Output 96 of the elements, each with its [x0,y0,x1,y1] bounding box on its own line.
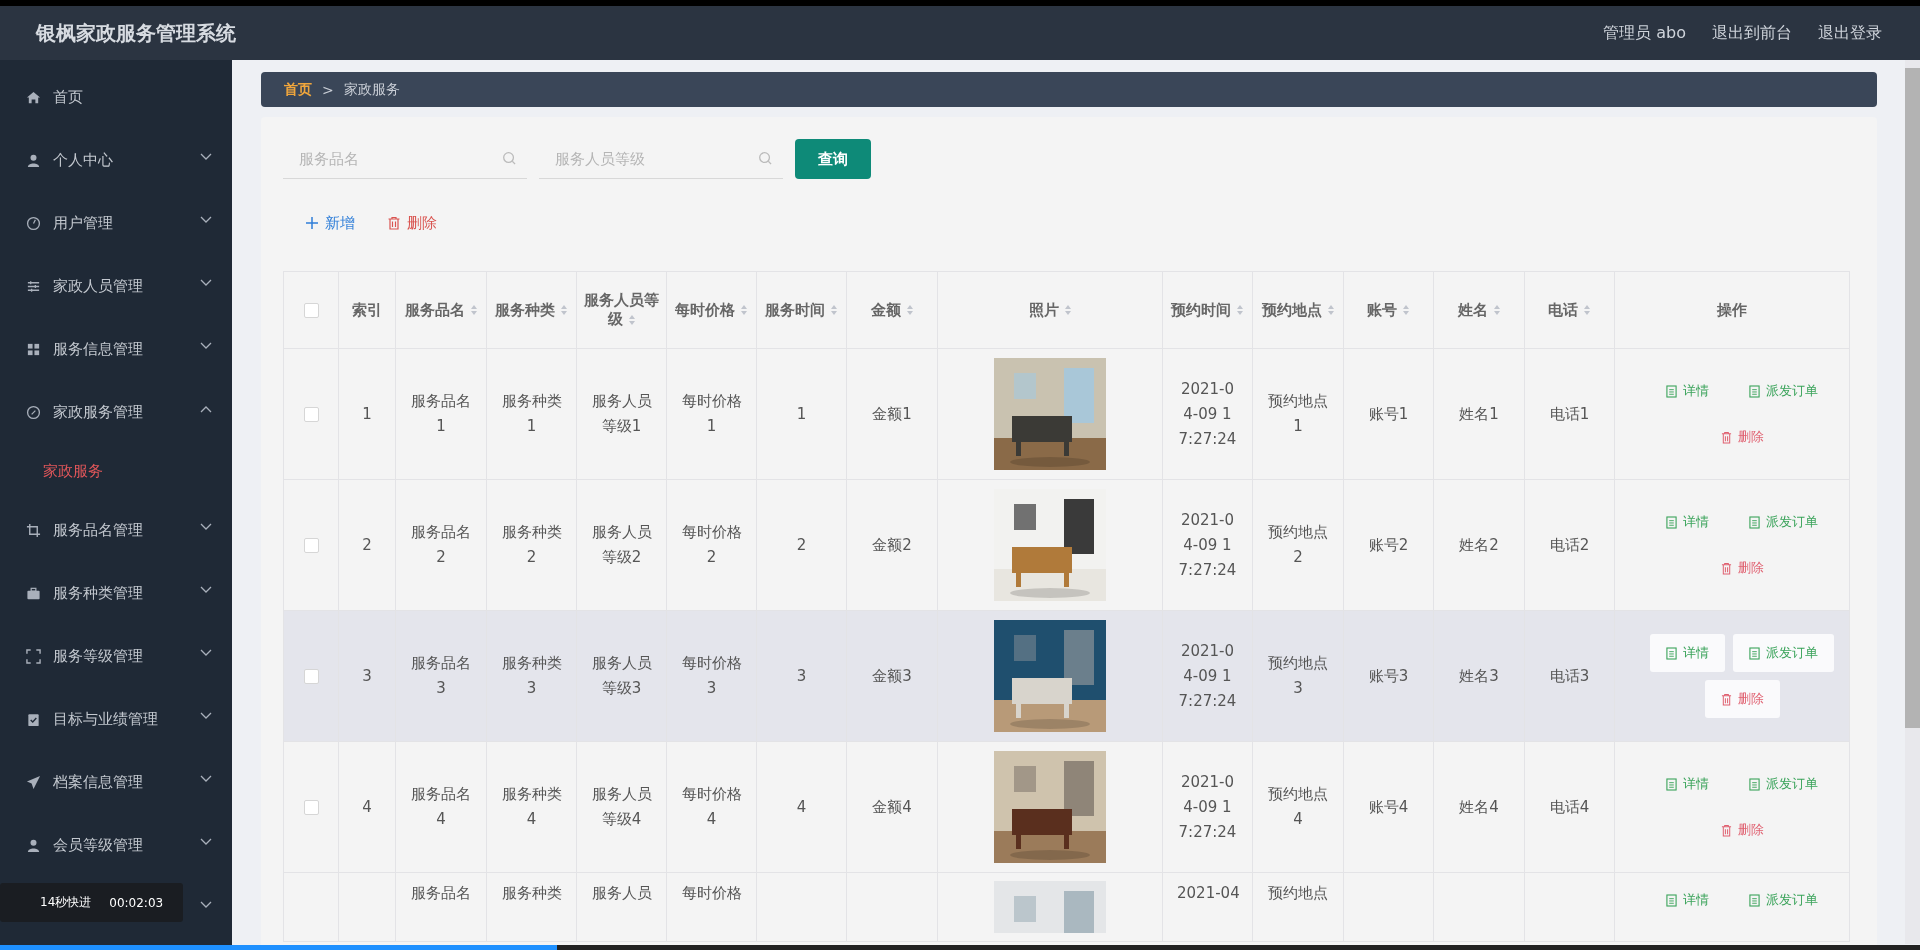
table-cell: 姓名4 [1459,797,1499,816]
table-cell: 服务人员 [591,884,652,902]
table-cell: 服务人员等级4 [591,785,652,828]
table-cell: 1 [796,404,807,423]
details-button[interactable]: 详情 [1650,765,1725,803]
table-cell: 姓名2 [1459,535,1499,554]
table-cell: 账号1 [1368,404,1409,423]
search-field[interactable]: 服务人员等级 [539,139,783,179]
search-field[interactable]: 服务品名 [283,139,527,179]
breadcrumb-current: 家政服务 [343,80,400,99]
table-cell: 服务品名4 [411,785,471,828]
header-link[interactable]: 退出到前台 [1712,22,1792,44]
table-cell: 2021-04-09 17:27:24 [1178,379,1237,448]
table-cell: 电话1 [1549,404,1590,423]
menu-item[interactable]: 目标与业绩管理 [0,688,232,751]
menu-item[interactable]: 家政服务管理 [0,381,232,444]
menu-item[interactable]: 个人中心 [0,129,232,192]
table-cell: 服务品名1 [411,392,471,435]
table-cell: 金额3 [872,666,912,685]
table-cell: 服务人员等级2 [591,523,652,566]
menu-item[interactable]: 首页 [0,66,232,129]
table-cell: 账号4 [1368,797,1409,816]
table-cell: 预约地点2 [1268,523,1328,566]
table-cell: 服务种类 [501,884,562,902]
details-button[interactable]: 详情 [1650,634,1725,672]
table-cell: 服务种类2 [501,523,562,566]
menu-item[interactable]: 档案信息管理 [0,751,232,814]
overlay-label: 14秒快进 [40,894,92,911]
menu-item[interactable]: 家政人员管理 [0,255,232,318]
breadcrumb-separator: > [322,81,334,98]
menu-item[interactable]: 会员等级管理 [0,814,232,877]
delete-button[interactable]: 删除 [1704,811,1780,849]
table-cell: 4 [796,797,807,816]
details-button[interactable]: 详情 [1650,503,1725,541]
table-cell: 每时价格 [681,884,742,902]
table-cell: 2021-04-09 17:27:24 [1178,772,1237,841]
table-cell: 服务人员等级3 [591,654,652,697]
table-cell: 每时价格2 [681,523,742,566]
table-cell: 预约地点 [1268,884,1328,902]
table-cell: 账号2 [1368,535,1409,554]
add-button[interactable]: 新增 [301,209,359,237]
details-button[interactable]: 详情 [1650,372,1725,410]
table-cell: 金额2 [872,535,912,554]
table-cell: 金额1 [872,404,912,423]
delete-button[interactable]: 删除 [1704,680,1780,718]
dispatch-button[interactable]: 派发订单 [1733,634,1834,672]
dispatch-button[interactable]: 派发订单 [1733,372,1834,410]
table-cell: 每时价格1 [681,392,742,435]
delete-button[interactable]: 删除 [1704,418,1780,456]
table-cell: 服务人员等级1 [591,392,652,435]
menu-item[interactable]: 服务信息管理 [0,318,232,381]
breadcrumb-link[interactable]: 首页 [284,80,312,99]
dispatch-button[interactable]: 派发订单 [1733,503,1834,541]
table-cell: 3 [362,666,372,685]
column-header[interactable]: 索引 [345,300,389,320]
table-cell: 服务种类1 [501,392,562,435]
table-cell: 服务品名 [411,884,471,902]
table-cell: 每时价格4 [681,785,742,828]
table-cell: 电话2 [1549,535,1590,554]
table-cell: 服务品名3 [411,654,471,697]
dispatch-button[interactable]: 派发订单 [1733,881,1834,919]
menu-item[interactable]: 服务品名管理 [0,499,232,562]
table-cell: 3 [796,666,807,685]
overlay-time: 00:02:03 [109,895,164,910]
table-cell: 预约地点1 [1268,392,1328,435]
app-title: 银枫家政服务管理系统 [36,19,236,47]
table-cell: 预约地点4 [1268,785,1328,828]
table-cell: 姓名3 [1459,666,1499,685]
menu-item[interactable]: 服务种类管理 [0,562,232,625]
table-cell: 2 [362,535,372,554]
delete-button[interactable]: 删除 [1704,549,1780,587]
delete-button[interactable]: 删除 [383,209,441,237]
table-cell: 账号3 [1368,666,1409,685]
table-cell: 金额4 [872,797,912,816]
table-cell: 电话4 [1549,797,1590,816]
menu-item[interactable]: 服务等级管理 [0,625,232,688]
header-link[interactable]: 退出登录 [1818,22,1882,44]
table-cell: 电话3 [1549,666,1590,685]
table-cell: 2021-04 [1177,884,1240,902]
table-cell: 1 [362,404,372,423]
table-cell: 4 [362,797,372,816]
search-button[interactable]: 查询 [795,139,871,179]
table-cell: 姓名1 [1459,404,1499,423]
table-cell: 2021-04-09 17:27:24 [1178,510,1237,579]
table-cell: 服务种类3 [501,654,562,697]
table-cell: 服务品名2 [411,523,471,566]
dispatch-button[interactable]: 派发订单 [1733,765,1834,803]
details-button[interactable]: 详情 [1650,881,1725,919]
table-cell: 2021-04-09 17:27:24 [1178,641,1237,710]
header-link[interactable]: 管理员 abo [1603,22,1686,44]
table-cell: 预约地点3 [1268,654,1328,697]
submenu-item[interactable]: 家政服务 [0,444,232,499]
table-cell: 服务种类4 [501,785,562,828]
menu-item[interactable]: 用户管理 [0,192,232,255]
table-cell: 每时价格3 [681,654,742,697]
table-cell: 2 [796,535,807,554]
